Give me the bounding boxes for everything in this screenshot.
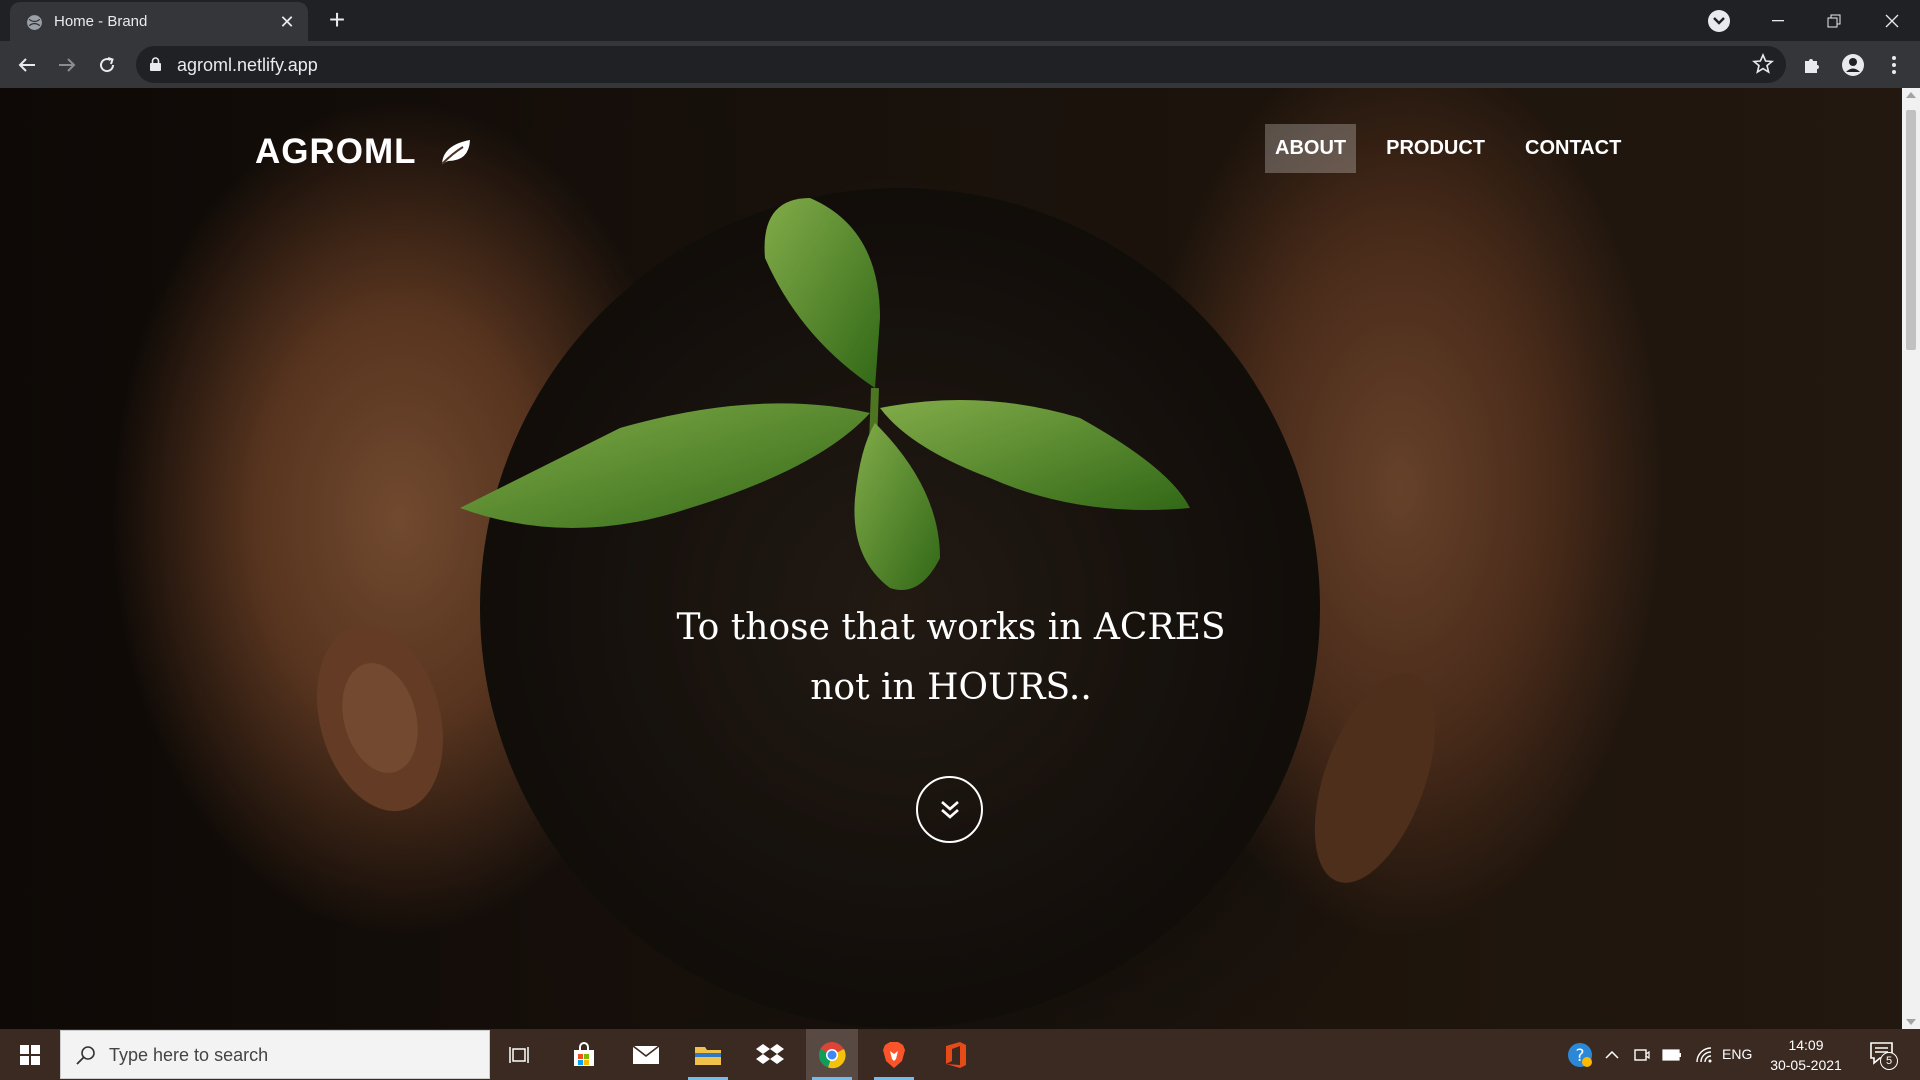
battery-icon[interactable] bbox=[1660, 1029, 1684, 1080]
reload-icon[interactable] bbox=[91, 49, 123, 81]
forward-arrow-icon[interactable] bbox=[51, 49, 83, 81]
nav-product[interactable]: PRODUCT bbox=[1376, 124, 1495, 173]
close-tab-icon[interactable]: ✕ bbox=[276, 11, 298, 33]
system-clock[interactable]: 14:09 30-05-2021 bbox=[1764, 1035, 1848, 1075]
office-icon[interactable] bbox=[930, 1029, 982, 1080]
task-view-icon[interactable] bbox=[494, 1029, 546, 1080]
bookmark-star-icon[interactable] bbox=[1752, 53, 1774, 75]
file-explorer-icon[interactable] bbox=[682, 1029, 734, 1080]
nav-contact[interactable]: CONTACT bbox=[1515, 124, 1631, 173]
tagline-line-2: not in HOURS.. bbox=[810, 667, 1092, 708]
minimize-window-icon[interactable] bbox=[1750, 0, 1806, 41]
tab-search-icon[interactable] bbox=[1708, 10, 1730, 32]
close-window-icon[interactable] bbox=[1864, 0, 1920, 41]
nav-about[interactable]: ABOUT bbox=[1265, 124, 1357, 173]
windows-start-button[interactable] bbox=[0, 1029, 60, 1080]
clock-time: 14:09 bbox=[1788, 1037, 1824, 1053]
restore-window-icon[interactable] bbox=[1806, 0, 1862, 41]
taskbar-search-box[interactable]: Type here to search bbox=[60, 1030, 490, 1079]
search-icon bbox=[76, 1046, 95, 1065]
tab-title: Home - Brand bbox=[54, 13, 148, 30]
address-bar[interactable]: agroml.netlify.app bbox=[136, 46, 1786, 83]
brand-logo[interactable]: AGROML bbox=[255, 132, 473, 172]
hero-background-image bbox=[317, 188, 1436, 1028]
back-arrow-icon[interactable] bbox=[11, 49, 43, 81]
page-scrollbar[interactable] bbox=[1902, 88, 1920, 1029]
meet-now-icon[interactable] bbox=[1630, 1029, 1654, 1080]
url-text: agroml.netlify.app bbox=[177, 55, 318, 75]
notification-count-badge: 5 bbox=[1880, 1052, 1898, 1070]
help-icon[interactable]: ? bbox=[1562, 1029, 1598, 1080]
mail-icon[interactable] bbox=[620, 1029, 672, 1080]
tagline-line-1: To those that works in ACRES bbox=[676, 607, 1226, 648]
scroll-down-button[interactable] bbox=[916, 776, 983, 843]
brand-name: AGROML bbox=[255, 132, 417, 171]
hero-section: AGROML ABOUT PRODUCT CONTACT To those th… bbox=[0, 88, 1902, 1029]
profile-avatar-icon[interactable] bbox=[1837, 49, 1869, 81]
globe-icon bbox=[27, 15, 42, 30]
browser-tab[interactable]: Home - Brand ✕ bbox=[10, 2, 308, 41]
dropbox-icon[interactable] bbox=[744, 1029, 796, 1080]
leaf-icon bbox=[440, 140, 470, 165]
main-navigation: ABOUT PRODUCT CONTACT bbox=[1265, 124, 1651, 173]
hero-tagline: To those that works in ACRES not in HOUR… bbox=[0, 598, 1902, 718]
new-tab-button[interactable]: + bbox=[322, 6, 352, 36]
chrome-browser-icon[interactable] bbox=[806, 1029, 858, 1080]
browser-toolbar: agroml.netlify.app bbox=[0, 41, 1920, 88]
wifi-icon[interactable] bbox=[1692, 1029, 1716, 1080]
browser-menu-icon[interactable] bbox=[1878, 49, 1910, 81]
extensions-puzzle-icon[interactable] bbox=[1796, 49, 1828, 81]
scroll-down-arrow-icon[interactable] bbox=[1906, 1019, 1916, 1025]
input-language-indicator[interactable]: ENG bbox=[1722, 1046, 1752, 1062]
clock-date: 30-05-2021 bbox=[1770, 1057, 1842, 1073]
search-placeholder: Type here to search bbox=[109, 1045, 269, 1065]
lock-icon bbox=[150, 57, 161, 71]
windows-taskbar: Type here to search ? ENG 14:09 30-05-20 bbox=[0, 1029, 1920, 1080]
double-chevron-down-icon bbox=[940, 800, 959, 819]
browser-tab-strip: Home - Brand ✕ + bbox=[0, 0, 1920, 41]
microsoft-store-icon[interactable] bbox=[558, 1029, 610, 1080]
show-hidden-icons-chevron-icon[interactable] bbox=[1602, 1029, 1622, 1080]
scrollbar-thumb[interactable] bbox=[1906, 110, 1916, 350]
scroll-up-arrow-icon[interactable] bbox=[1906, 92, 1916, 98]
windows-logo-icon bbox=[20, 1044, 40, 1065]
brave-browser-icon[interactable] bbox=[868, 1029, 920, 1080]
